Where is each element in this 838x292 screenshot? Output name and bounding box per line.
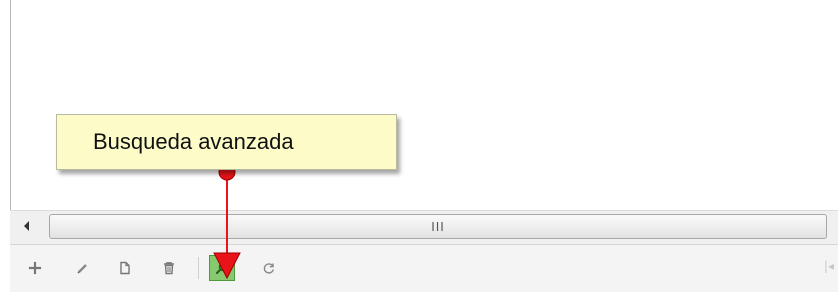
pointer-arrowhead-icon (213, 252, 241, 280)
callout-label: Busqueda avanzada (93, 129, 294, 154)
tooltip-callout: Busqueda avanzada (56, 114, 397, 170)
